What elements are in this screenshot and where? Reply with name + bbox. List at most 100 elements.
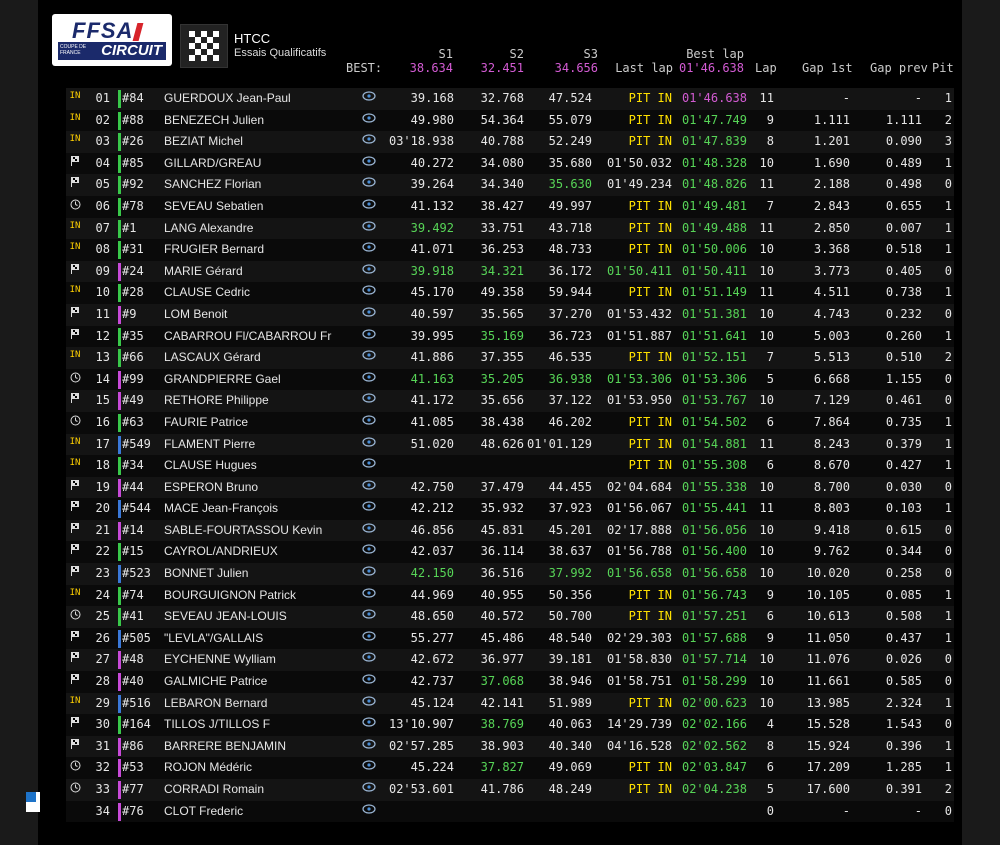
table-row[interactable]: IN 18 #34 CLAUSE Hugues PIT IN 01'55.308 6 8.67… — [66, 455, 954, 477]
table-row[interactable]: 34 #76 CLOT Frederic 0 - - 0 — [66, 800, 954, 823]
table-row[interactable]: 15 #49 RETHORE Philippe 41.172 35.656 37.122 0… — [66, 390, 954, 412]
table-row[interactable]: 32 #53 ROJON Médéric 45.224 37.827 49.069 PIT … — [66, 757, 954, 779]
driver-name: ROJON Médéric — [164, 760, 253, 775]
position: 29 — [95, 695, 110, 710]
class-color-bar — [118, 111, 121, 130]
table-row[interactable]: 20 #544 MACE Jean-François 42.212 35.932 37.9… — [66, 498, 954, 520]
best-lap-time: 01'56.743 — [681, 587, 747, 602]
table-row[interactable]: 26 #505 "LEVLA"/GALLAIS 55.277 45.486 48.540 0… — [66, 627, 954, 650]
last-lap-time: PIT IN — [628, 242, 672, 257]
gap-previous: 0.007 — [885, 220, 922, 235]
car-make-icon — [358, 631, 380, 645]
table-row[interactable]: 04 #85 GILLARD/GREAU 40.272 34.080 35.680 01'5… — [66, 152, 954, 175]
pit-count: 1 — [944, 285, 952, 300]
table-row[interactable]: 28 #40 GALMICHE Patrice 42.737 37.068 38.946 0… — [66, 671, 954, 693]
table-row[interactable]: IN 02 #88 BENEZECH Julien 49.980 54.364 55.079… — [66, 109, 954, 132]
driver-name: BARRERE BENJAMIN — [164, 738, 287, 753]
table-row[interactable]: 21 #14 SABLE-FOURTASSOU Kevin 46.856 45.831 4… — [66, 519, 954, 542]
table-row[interactable]: 33 #77 CORRADI Romain 02'53.601 41.786 48.249… — [66, 779, 954, 801]
position: 05 — [95, 177, 110, 192]
car-make-icon — [358, 242, 380, 256]
pit-count: 0 — [944, 479, 952, 494]
table-row[interactable]: 06 #78 SEVEAU Sebatien 41.132 38.427 49.997 PI… — [66, 195, 954, 218]
table-row[interactable]: IN 01 #84 GUERDOUX Jean-Paul 39.168 32.768 47.… — [66, 88, 954, 110]
chequered-flag-icon — [68, 630, 82, 644]
sector-2-time: 37.355 — [480, 350, 524, 365]
sector-2-time: 35.169 — [480, 328, 524, 343]
sector-1-time: 55.277 — [410, 630, 454, 645]
car-make-icon — [358, 264, 380, 278]
table-row[interactable]: IN 07 #1 LANG Alexandre 39.492 33.751 43.718 PI… — [66, 217, 954, 240]
gap-first: 1.111 — [813, 112, 850, 127]
gap-previous: 0.461 — [885, 393, 922, 408]
best-lap-time: 01'55.441 — [681, 501, 747, 516]
table-row[interactable]: IN 17 #549 FLAMENT Pierre 51.020 48.626 01'01.… — [66, 433, 954, 456]
best-lap-time: 02'00.623 — [681, 695, 747, 710]
table-row[interactable]: IN 13 #66 LASCAUX Gérard 41.886 37.355 46.535 P… — [66, 347, 954, 369]
last-lap-time: PIT IN — [628, 91, 672, 105]
pit-count: 0 — [944, 674, 952, 689]
last-lap-time: PIT IN — [628, 695, 672, 710]
position: 01 — [95, 91, 110, 105]
last-lap-time: 02'17.888 — [606, 522, 672, 537]
table-row[interactable]: 05 #92 SANCHEZ Florian 39.264 34.340 35.630 01… — [66, 174, 954, 196]
best-lap-time: 01'47.749 — [681, 112, 747, 127]
position: 03 — [95, 134, 110, 149]
gap-first: 4.743 — [813, 306, 850, 321]
sector-3-time: 40.340 — [548, 738, 592, 753]
sector-3-time: 48.733 — [548, 242, 592, 257]
lap-count: 10 — [759, 522, 774, 537]
class-color-bar — [118, 154, 121, 173]
sector-2-time: 45.831 — [480, 522, 524, 537]
last-lap-time: PIT IN — [628, 134, 672, 149]
gap-previous: 0.489 — [885, 155, 922, 170]
car-make-icon — [358, 415, 380, 429]
position: 13 — [95, 350, 110, 365]
table-row[interactable]: IN 08 #31 FRUGIER Bernard 41.071 36.253 48.733… — [66, 239, 954, 261]
car-number: #35 — [122, 328, 144, 343]
table-row[interactable]: IN 10 #28 CLAUSE Cedric 45.170 49.358 59.944 PI… — [66, 282, 954, 304]
chequered-flag-icon — [68, 674, 82, 687]
gap-first: 5.003 — [813, 328, 850, 343]
best-lap-time: 01'53.306 — [681, 371, 747, 386]
table-row[interactable]: 16 #63 FAURIE Patrice 41.085 38.438 46.202 PIT… — [66, 411, 954, 434]
table-row[interactable]: IN 03 #26 BEZIAT Michel 03'18.938 40.788 52.24… — [66, 131, 954, 153]
driver-name: GUERDOUX Jean-Paul — [164, 91, 291, 105]
gap-first: 8.700 — [813, 479, 850, 494]
class-color-bar — [118, 759, 121, 778]
sector-2-time: 34.340 — [480, 177, 524, 192]
position: 04 — [95, 155, 110, 170]
class-color-bar — [118, 781, 121, 799]
table-row[interactable]: IN 24 #74 BOURGUIGNON Patrick 44.969 40.955 50… — [66, 584, 954, 607]
pit-count: 1 — [944, 458, 952, 473]
col-best-lap: Best lap — [686, 47, 744, 61]
table-row[interactable]: 30 #164 TILLOS J/TILLOS F 13'10.907 38.769 40… — [66, 714, 954, 736]
chequered-flag-icon — [68, 522, 82, 536]
table-row[interactable]: 14 #99 GRANDPIERRE Gael 41.163 35.205 36.938 0… — [66, 368, 954, 391]
class-color-bar — [118, 176, 121, 195]
car-make-icon — [358, 393, 380, 407]
lap-count: 10 — [759, 544, 774, 559]
best-lap-time: 01'46.638 — [681, 91, 747, 105]
col-pit: Pit — [932, 61, 954, 75]
table-row[interactable]: 19 #44 ESPERON Bruno 42.750 37.479 44.455 02'0… — [66, 476, 954, 499]
class-color-bar — [118, 500, 121, 519]
table-row[interactable]: 09 #24 MARIE Gérard 39.918 34.321 36.172 01'50… — [66, 260, 954, 283]
table-row[interactable]: 25 #41 SEVEAU JEAN-LOUIS 48.650 40.572 50.700… — [66, 606, 954, 628]
gap-previous: - — [914, 803, 922, 818]
driver-name: BENEZECH Julien — [164, 112, 265, 127]
table-row[interactable]: 11 #9 LOM Benoit 40.597 35.565 37.270 01'53.43… — [66, 303, 954, 326]
pit-count: 1 — [944, 414, 952, 429]
table-row[interactable]: 22 #15 CAYROL/ANDRIEUX 42.037 36.114 38.637 01… — [66, 541, 954, 564]
car-make-icon — [358, 328, 380, 343]
table-row[interactable]: 23 #523 BONNET Julien 42.150 36.516 37.992 01'… — [66, 563, 954, 585]
gap-previous: 0.738 — [885, 285, 922, 300]
table-row[interactable]: 12 #35 CABARROU Fl/CABARROU Fr 39.995 35.169… — [66, 325, 954, 348]
gap-previous: 1.285 — [885, 760, 922, 775]
position: 17 — [95, 436, 110, 451]
pit-in-status: IN — [69, 436, 81, 447]
table-row[interactable]: 27 #48 EYCHENNE Wylliam 42.672 36.977 39.181 0… — [66, 649, 954, 672]
table-row[interactable]: 31 #86 BARRERE BENJAMIN 02'57.285 38.903 40.3… — [66, 735, 954, 758]
gap-previous: 0.498 — [885, 177, 922, 192]
table-row[interactable]: IN 29 #516 LEBARON Bernard 45.124 42.141 51.98… — [66, 692, 954, 715]
